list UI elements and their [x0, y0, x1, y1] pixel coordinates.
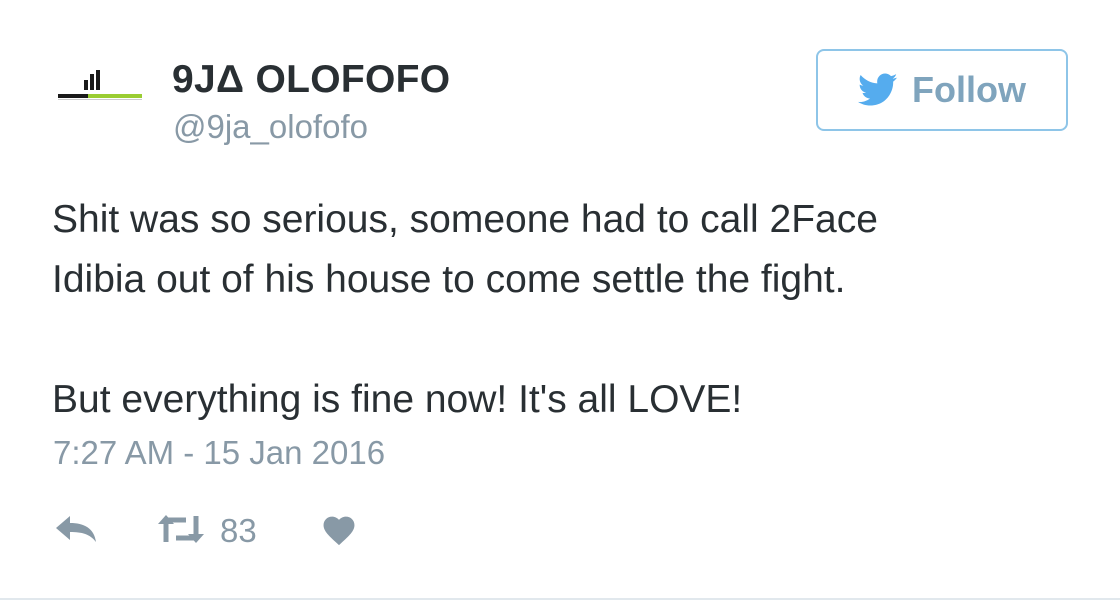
- reply-button[interactable]: [54, 506, 98, 556]
- author-handle[interactable]: @9ja_olofofo: [173, 108, 368, 146]
- tweet-card: 9JΔ OLOFOFO @9ja_olofofo Follow Shit was…: [0, 0, 1120, 608]
- tweet-text: Shit was so serious, someone had to call…: [52, 190, 1052, 430]
- tweet-timestamp[interactable]: 7:27 AM - 15 Jan 2016: [53, 434, 385, 472]
- author-display-name[interactable]: 9JΔ OLOFOFO: [172, 58, 450, 102]
- tweet-text-line: But everything is fine now! It's all LOV…: [52, 378, 743, 421]
- tweet-text-blank-line: [52, 310, 1052, 370]
- heart-icon: [320, 512, 358, 551]
- reply-icon: [54, 512, 98, 551]
- tweet-text-line: Idibia out of his house to come settle t…: [52, 258, 846, 301]
- twitter-bird-icon: [858, 73, 898, 107]
- avatar[interactable]: [54, 62, 146, 116]
- retweet-button[interactable]: 83: [156, 506, 257, 556]
- retweet-icon: [156, 512, 206, 551]
- retweet-count: 83: [220, 512, 257, 549]
- tweet-text-line: Shit was so serious, someone had to call…: [52, 198, 878, 241]
- divider: [0, 598, 1120, 600]
- follow-button[interactable]: Follow: [816, 49, 1068, 131]
- follow-button-label: Follow: [912, 69, 1026, 110]
- profile-logo-icon: [58, 70, 142, 100]
- like-button[interactable]: [320, 506, 358, 556]
